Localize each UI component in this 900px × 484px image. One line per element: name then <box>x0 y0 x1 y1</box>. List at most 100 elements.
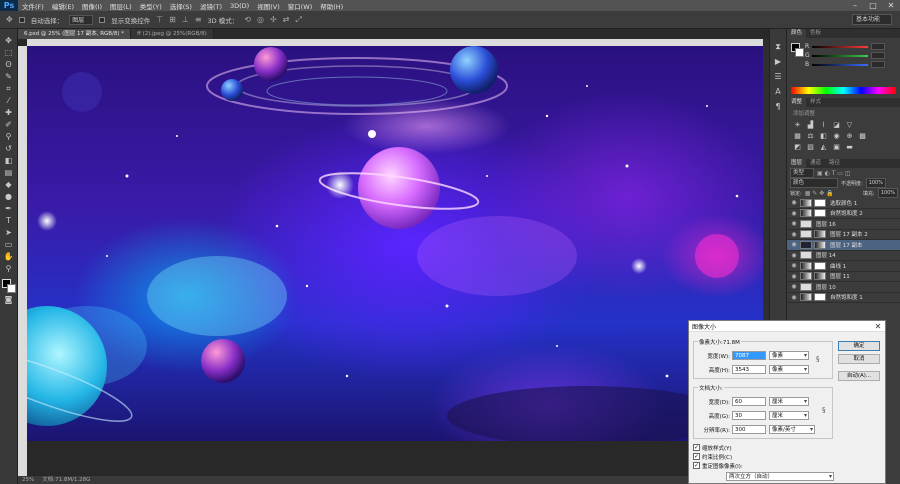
quick-mask-icon[interactable]: ◙ <box>2 294 16 305</box>
pixel-width-input[interactable]: 7087 <box>732 351 766 360</box>
brightness-icon[interactable]: ☀ <box>793 121 802 129</box>
zoom-level[interactable]: 25% <box>22 476 34 484</box>
menu-help[interactable]: 帮助(H) <box>316 1 347 11</box>
lock-icons[interactable]: ▦ ✎ ✥ 🔒 <box>805 190 834 197</box>
pixel-height-input[interactable]: 3543 <box>732 365 766 374</box>
eye-icon[interactable]: ◉ <box>790 241 798 248</box>
close-window-button[interactable]: ✕ <box>882 0 900 11</box>
align-middle-icon[interactable]: ⊞ <box>169 15 176 24</box>
eye-icon[interactable]: ◉ <box>790 283 798 290</box>
eye-icon[interactable]: ◉ <box>790 262 798 269</box>
properties-icon[interactable]: ☰ <box>771 71 785 82</box>
stamp-tool-icon[interactable]: ⚲ <box>2 131 16 142</box>
scale-styles-option[interactable]: ✓ 缩放样式(Y) <box>693 443 732 452</box>
hue-saturation-icon[interactable]: ▦ <box>793 132 802 140</box>
doc-height-unit[interactable]: 厘米 <box>769 411 809 420</box>
auto-select-dropdown[interactable]: 图层 <box>69 14 94 25</box>
zoom-tool-icon[interactable]: ⚲ <box>2 263 16 274</box>
constrain-checkbox[interactable]: ✓ <box>693 453 700 460</box>
filter-icons[interactable]: ▣ ◐ T ▭ ◫ <box>817 170 851 177</box>
history-brush-icon[interactable]: ↺ <box>2 143 16 154</box>
blur-tool-icon[interactable]: ◆ <box>2 179 16 190</box>
tab-color[interactable]: 颜色 <box>787 29 807 38</box>
actions-icon[interactable]: ▶ <box>771 56 785 67</box>
tab-adjustments[interactable]: 调整 <box>787 98 807 107</box>
pixel-width-unit[interactable]: 像素 <box>769 351 809 360</box>
eye-icon[interactable]: ◉ <box>790 210 798 217</box>
character-icon[interactable]: A <box>771 86 785 97</box>
eyedropper-tool-icon[interactable]: ⁄ <box>2 95 16 106</box>
levels-icon[interactable]: ▟ <box>806 121 815 129</box>
eye-icon[interactable]: ◉ <box>790 199 798 206</box>
eye-icon[interactable]: ◉ <box>790 220 798 227</box>
maximize-button[interactable]: □ <box>864 0 882 11</box>
paragraph-icon[interactable]: ¶ <box>771 101 785 112</box>
3d-roll-icon[interactable]: ◎ <box>257 15 264 24</box>
show-transform-checkbox[interactable] <box>99 16 106 23</box>
selective-color-icon[interactable]: ▣ <box>832 143 841 151</box>
menu-layer[interactable]: 图层(L) <box>106 1 136 11</box>
layer-row[interactable]: ◉ 自然饱和度 2 <box>787 209 900 219</box>
tab-ff-jpeg[interactable]: ff (2).jpeg @ 25%(RGB/8) <box>131 29 214 39</box>
color-lookup-icon[interactable]: ▩ <box>858 132 867 140</box>
workspace-dropdown[interactable]: 基本功能 <box>852 14 892 25</box>
type-tool-icon[interactable]: T <box>2 215 16 226</box>
minimize-button[interactable]: – <box>846 0 864 11</box>
eye-icon[interactable]: ◉ <box>790 252 798 259</box>
layer-row[interactable]: ◉ 图层 14 <box>787 251 900 261</box>
menu-edit[interactable]: 编辑(E) <box>48 1 78 11</box>
opacity-field[interactable]: 100% <box>865 178 886 188</box>
eye-icon[interactable]: ◉ <box>790 273 798 280</box>
blue-slider[interactable]: B <box>787 60 900 69</box>
resolution-unit[interactable]: 像素/英寸 <box>769 425 815 434</box>
menu-filter[interactable]: 滤镜(T) <box>196 1 226 11</box>
layer-row[interactable]: ◉ 图层 16 <box>787 219 900 230</box>
layer-row[interactable]: ◉ 图层 11 <box>787 272 900 282</box>
curves-icon[interactable]: ⌇ <box>819 121 828 129</box>
black-white-icon[interactable]: ◧ <box>819 132 828 140</box>
ok-button[interactable]: 确定 <box>838 341 880 351</box>
layer-row[interactable]: ◉ 选取颜色 1 <box>787 198 900 209</box>
3d-rotate-icon[interactable]: ⟲ <box>244 15 251 24</box>
align-top-icon[interactable]: ⊤ <box>156 15 163 24</box>
cancel-button[interactable]: 取消 <box>838 354 880 364</box>
menu-3d[interactable]: 3D(D) <box>226 2 253 10</box>
layer-row[interactable]: ◉ 图层 10 <box>787 282 900 293</box>
shape-tool-icon[interactable]: ▭ <box>2 239 16 250</box>
color-balance-icon[interactable]: ⚖ <box>806 132 815 140</box>
constrain-option[interactable]: ✓ 约束比例(C) <box>693 452 732 461</box>
color-bg-swatch[interactable] <box>795 48 804 57</box>
eye-icon[interactable]: ◉ <box>790 294 798 301</box>
tab-6-psd[interactable]: 6.psd @ 25% (图层 17 副本, RGB/8) * <box>18 29 132 39</box>
gradient-tool-icon[interactable]: ▤ <box>2 167 16 178</box>
dialog-titlebar[interactable]: 图像大小 ✕ <box>689 321 885 332</box>
pixel-height-unit[interactable]: 像素 <box>769 365 809 374</box>
history-icon[interactable]: ⧗ <box>771 41 785 52</box>
scale-styles-checkbox[interactable]: ✓ <box>693 444 700 451</box>
tab-channels[interactable]: 通道 <box>806 159 825 168</box>
auto-button[interactable]: 自动(A)... <box>838 371 880 381</box>
menu-view[interactable]: 视图(V) <box>253 1 284 11</box>
menu-type[interactable]: 类型(Y) <box>136 1 166 11</box>
path-select-tool-icon[interactable]: ➤ <box>2 227 16 238</box>
layer-row[interactable]: ◉ 自然饱和度 1 <box>787 293 900 303</box>
resample-option[interactable]: ✓ 重定图像像素(I): <box>693 461 743 470</box>
document-canvas[interactable] <box>27 46 763 441</box>
blend-mode-dropdown[interactable]: 颜色 <box>790 178 838 188</box>
pen-tool-icon[interactable]: ✒ <box>2 203 16 214</box>
layer-row[interactable]: ◉ 图层 17 副本 <box>787 240 900 251</box>
gradient-map-icon[interactable]: ▬ <box>845 143 854 151</box>
menu-window[interactable]: 窗口(W) <box>284 1 317 11</box>
tab-styles[interactable]: 样式 <box>806 98 825 107</box>
3d-slide-icon[interactable]: ⇄ <box>283 15 290 24</box>
invert-icon[interactable]: ◩ <box>793 143 802 151</box>
3d-pan-icon[interactable]: ✢ <box>270 15 277 24</box>
align-bottom-icon[interactable]: ⊥ <box>182 15 189 24</box>
layer-row[interactable]: ◉ 图层 17 副本 2 <box>787 230 900 240</box>
layer-row[interactable]: ◉ 曲线 1 <box>787 261 900 272</box>
resolution-input[interactable]: 300 <box>732 425 766 434</box>
eye-icon[interactable]: ◉ <box>790 231 798 238</box>
channel-mixer-icon[interactable]: ⊕ <box>845 132 854 140</box>
dodge-tool-icon[interactable]: ● <box>2 191 16 202</box>
doc-width-unit[interactable]: 厘米 <box>769 397 809 406</box>
